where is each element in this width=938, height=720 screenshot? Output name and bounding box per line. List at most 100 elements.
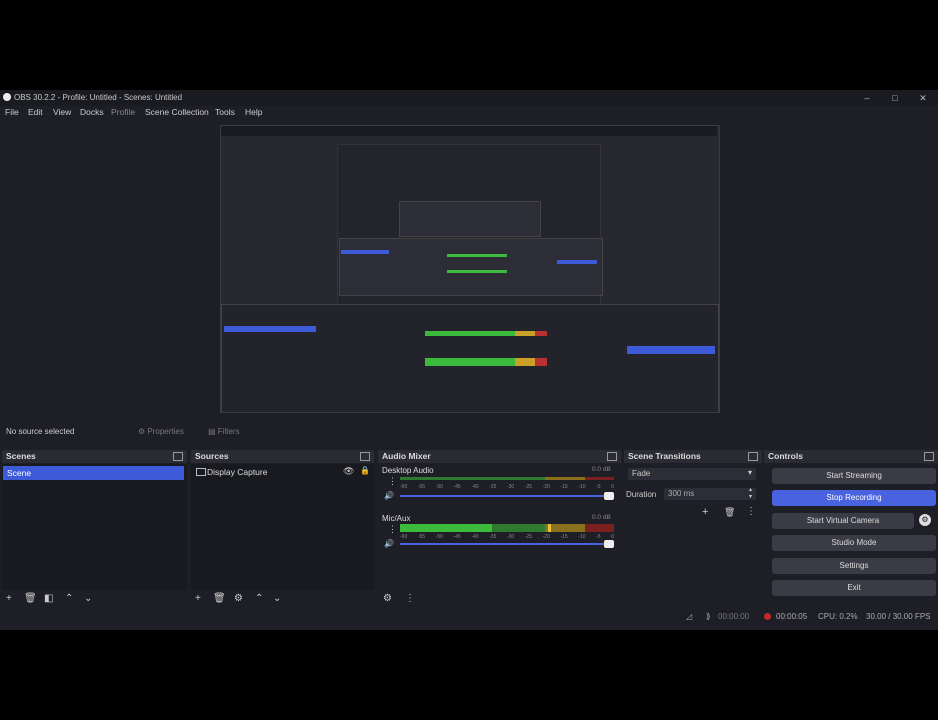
meter-scale: -60 -55 -50 -45 -40 -35 -30 -25 -20 -15 -10 -5 0: [400, 484, 614, 490]
audio-mixer-body: Desktop Audio 0.0 dB ⋮ -60 -55 -50 -45 -40 -3…: [378, 464, 621, 590]
undock-icon[interactable]: [607, 452, 617, 461]
meter-green: [492, 524, 545, 532]
nested-preview-inner: [399, 201, 541, 237]
menu-docks[interactable]: Docks: [80, 107, 104, 117]
menu-profile[interactable]: Profile: [111, 107, 135, 117]
nested-docks-small: [339, 238, 603, 296]
mic-aux-meter: [400, 524, 614, 532]
undock-icon[interactable]: [173, 452, 183, 461]
desktop-audio-meter: [400, 477, 614, 483]
scene-transitions-title: Scene Transitions: [628, 451, 701, 461]
nested-meter-small-2: [447, 270, 507, 273]
record-icon: [764, 613, 771, 620]
kebab-icon[interactable]: ⋮: [405, 593, 415, 604]
trash-icon[interactable]: 🗑: [724, 507, 735, 518]
chevron-up-icon[interactable]: ⌃: [65, 593, 73, 604]
filters-button[interactable]: ▤ Filters: [208, 427, 240, 436]
mic-aux-label: Mic/Aux: [382, 514, 411, 523]
filter-icon: ▤: [208, 427, 216, 436]
trash-icon[interactable]: 🗑: [24, 593, 37, 604]
transition-select-value: Fade: [632, 469, 651, 478]
lock-icon[interactable]: 🔒: [360, 466, 370, 475]
properties-button[interactable]: ⚙ Properties: [138, 427, 184, 436]
menu-view[interactable]: View: [53, 107, 71, 117]
kebab-icon[interactable]: ⋮: [388, 524, 397, 535]
studio-mode-button[interactable]: Studio Mode: [772, 535, 936, 551]
close-icon[interactable]: ✕: [916, 92, 930, 104]
nested-meter-2-yellow: [515, 358, 535, 366]
scene-transitions-dock: Scene Transitions Fade ▾ Duration 300 ms…: [624, 450, 762, 608]
title-bar: OBS 30.2.2 - Profile: Untitled - Scenes:…: [0, 90, 938, 106]
scenes-list: Scene: [2, 464, 187, 590]
menu-scene-collection[interactable]: Scene Collection: [145, 107, 209, 117]
meter-green-active: [400, 524, 492, 532]
fps-readout: 30.00 / 30.00 FPS: [866, 612, 931, 621]
speaker-icon[interactable]: 🔊: [384, 491, 394, 500]
gear-icon[interactable]: ⚙: [919, 514, 931, 526]
sources-toolbar: + 🗑 ⚙ ⌃ ⌄: [191, 590, 374, 608]
add-icon[interactable]: +: [195, 593, 201, 604]
preview-canvas[interactable]: [220, 125, 720, 413]
sources-list: Display Capture 👁 🔒: [191, 464, 374, 590]
meter-scale: -60 -55 -50 -45 -40 -35 -30 -25 -20 -15 -10 -5 0: [400, 534, 614, 540]
meter-red: [585, 524, 614, 532]
controls-body: Start Streaming Stop Recording Start Vir…: [764, 464, 938, 608]
menu-edit[interactable]: Edit: [28, 107, 43, 117]
minimize-icon[interactable]: –: [860, 92, 874, 104]
undock-icon[interactable]: [748, 452, 758, 461]
meter-yellow: [545, 524, 585, 532]
stop-recording-button[interactable]: Stop Recording: [772, 490, 936, 506]
chevron-up-icon[interactable]: ⌃: [255, 593, 263, 604]
kebab-icon[interactable]: ⋮: [388, 476, 397, 487]
add-icon[interactable]: +: [702, 506, 708, 518]
eye-icon[interactable]: 👁: [343, 466, 354, 477]
nested-stop-recording: [627, 346, 715, 354]
monitor-icon: [196, 468, 206, 476]
slider-handle[interactable]: [604, 540, 614, 548]
nested-window-top: [221, 126, 717, 136]
menu-tools[interactable]: Tools: [215, 107, 235, 117]
scene-item[interactable]: Scene: [3, 466, 184, 480]
desktop-volume-slider[interactable]: [400, 492, 614, 500]
settings-button[interactable]: Settings: [772, 558, 936, 574]
speaker-icon[interactable]: 🔊: [384, 539, 394, 548]
desktop-audio-label: Desktop Audio: [382, 466, 434, 475]
sources-dock-header: Sources: [191, 450, 374, 463]
stream-icon: ⟫: [706, 612, 711, 621]
gear-icon[interactable]: ⚙: [383, 593, 392, 604]
filter-icon[interactable]: ◧: [44, 593, 53, 604]
status-bar: ◿ ⟫ 00:00:00 00:00:05 CPU: 0.2% 30.00 / …: [0, 610, 938, 626]
exit-button[interactable]: Exit: [772, 580, 936, 596]
add-icon[interactable]: +: [6, 593, 12, 604]
mic-volume-slider[interactable]: [400, 540, 614, 548]
mic-aux-db: 0.0 dB: [592, 514, 611, 521]
slider-handle[interactable]: [604, 492, 614, 500]
chevron-down-icon[interactable]: ⌄: [273, 593, 281, 604]
source-item[interactable]: Display Capture 👁 🔒: [193, 466, 370, 479]
gear-icon[interactable]: ⚙: [234, 593, 243, 604]
scene-item-label: Scene: [7, 468, 32, 478]
audio-mixer-header: Audio Mixer: [378, 450, 621, 463]
menu-help[interactable]: Help: [245, 107, 262, 117]
duration-input[interactable]: 300 ms ▴ ▾: [664, 487, 756, 501]
no-source-label: No source selected: [6, 427, 75, 436]
transition-select[interactable]: Fade ▾: [628, 468, 756, 480]
properties-label: Properties: [147, 427, 184, 436]
start-streaming-button[interactable]: Start Streaming: [772, 468, 936, 484]
context-bar: No source selected ⚙ Properties ▤ Filter…: [0, 423, 938, 441]
stepper-icon[interactable]: ▴ ▾: [749, 487, 752, 501]
gear-icon: ⚙: [138, 427, 146, 436]
scenes-toolbar: + 🗑 ◧ ⌃ ⌄: [2, 590, 187, 608]
chevron-down-icon[interactable]: ⌄: [84, 593, 92, 604]
nested-meter-2-red: [535, 358, 547, 366]
kebab-icon[interactable]: ⋮: [746, 506, 756, 517]
obs-window: OBS 30.2.2 - Profile: Untitled - Scenes:…: [0, 90, 938, 630]
maximize-icon[interactable]: □: [888, 92, 902, 104]
undock-icon[interactable]: [360, 452, 370, 461]
undock-icon[interactable]: [924, 452, 934, 461]
menu-file[interactable]: File: [5, 107, 19, 117]
trash-icon[interactable]: 🗑: [213, 593, 226, 604]
start-virtual-camera-button[interactable]: Start Virtual Camera: [772, 513, 914, 529]
filters-label: Filters: [217, 427, 240, 436]
rec-time: 00:00:05: [776, 612, 808, 621]
